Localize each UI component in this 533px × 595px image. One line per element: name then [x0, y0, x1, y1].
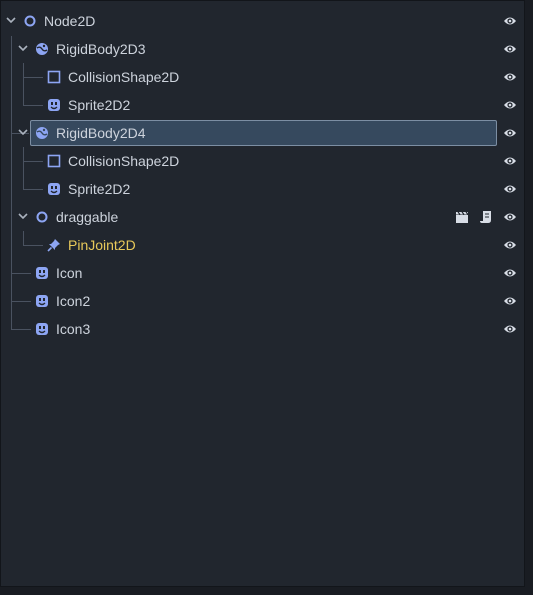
visibility-eye-icon[interactable]	[503, 42, 517, 56]
visibility-eye-icon[interactable]	[503, 98, 517, 112]
node-label: Icon3	[56, 321, 91, 337]
node-label: Icon2	[56, 293, 91, 309]
node-label: Icon	[56, 265, 83, 281]
node-label: Node2D	[44, 13, 96, 29]
rigidbody-globe-icon	[36, 127, 48, 139]
visibility-eye-icon[interactable]	[503, 154, 517, 168]
rigidbody-globe-icon	[36, 43, 48, 55]
collision-shape-square-icon	[47, 154, 61, 168]
tree-row-icon2[interactable]: Icon2	[1, 287, 523, 315]
visibility-eye-icon[interactable]	[503, 266, 517, 280]
node-label: Sprite2D2	[68, 97, 131, 113]
node-label: Sprite2D2	[68, 181, 131, 197]
node-label: draggable	[56, 209, 119, 225]
sprite-face-icon	[36, 295, 48, 307]
visibility-eye-icon[interactable]	[503, 126, 517, 140]
visibility-eye-icon[interactable]	[503, 14, 517, 28]
chevron-down-icon[interactable]	[17, 210, 29, 222]
visibility-eye-icon[interactable]	[503, 322, 517, 336]
tree-row-icon[interactable]: Icon	[1, 259, 523, 287]
tree-row-node2d[interactable]: Node2D	[1, 7, 523, 35]
chevron-down-icon[interactable]	[17, 42, 29, 54]
node-label: CollisionShape2D	[68, 153, 180, 169]
tree-row-sprite2d2[interactable]: Sprite2D2	[1, 175, 523, 203]
panel-border-bottom	[0, 587, 533, 595]
node-label: RigidBody2D4	[56, 125, 146, 141]
sprite-face-icon	[36, 323, 48, 335]
pin-joint-icon	[47, 239, 60, 252]
visibility-eye-icon[interactable]	[503, 238, 517, 252]
node-label: CollisionShape2D	[68, 69, 180, 85]
sprite-face-icon	[36, 267, 48, 279]
tree-row-collisionshape2d[interactable]: CollisionShape2D	[1, 147, 523, 175]
sprite-face-icon	[48, 99, 60, 111]
node2d-circle-icon	[36, 211, 48, 223]
visibility-eye-icon[interactable]	[503, 210, 517, 224]
tree-row-rigidbody2d4[interactable]: RigidBody2D4	[1, 119, 523, 147]
tree-row-rigidbody2d3[interactable]: RigidBody2D3	[1, 35, 523, 63]
chevron-down-icon[interactable]	[17, 126, 29, 138]
node-label: RigidBody2D3	[56, 41, 146, 57]
scrollbar-track[interactable]	[525, 0, 533, 595]
script-icon[interactable]	[479, 210, 493, 224]
scene-tree-panel: Node2D RigidBody2D3 CollisionShape2D Spr…	[0, 0, 525, 587]
visibility-eye-icon[interactable]	[503, 294, 517, 308]
visibility-eye-icon[interactable]	[503, 70, 517, 84]
tree-row-icon3[interactable]: Icon3	[1, 315, 523, 343]
visibility-eye-icon[interactable]	[503, 182, 517, 196]
sprite-face-icon	[48, 183, 60, 195]
collision-shape-square-icon	[47, 70, 61, 84]
node-label: PinJoint2D	[68, 237, 136, 253]
tree-row-collisionshape2d[interactable]: CollisionShape2D	[1, 63, 523, 91]
tree-row-pinjoint2d[interactable]: PinJoint2D	[1, 231, 523, 259]
tree-row-draggable[interactable]: draggable	[1, 203, 523, 231]
chevron-down-icon[interactable]	[5, 14, 17, 26]
clapperboard-icon[interactable]	[455, 210, 469, 224]
tree-row-sprite2d2[interactable]: Sprite2D2	[1, 91, 523, 119]
node2d-circle-icon	[24, 15, 36, 27]
